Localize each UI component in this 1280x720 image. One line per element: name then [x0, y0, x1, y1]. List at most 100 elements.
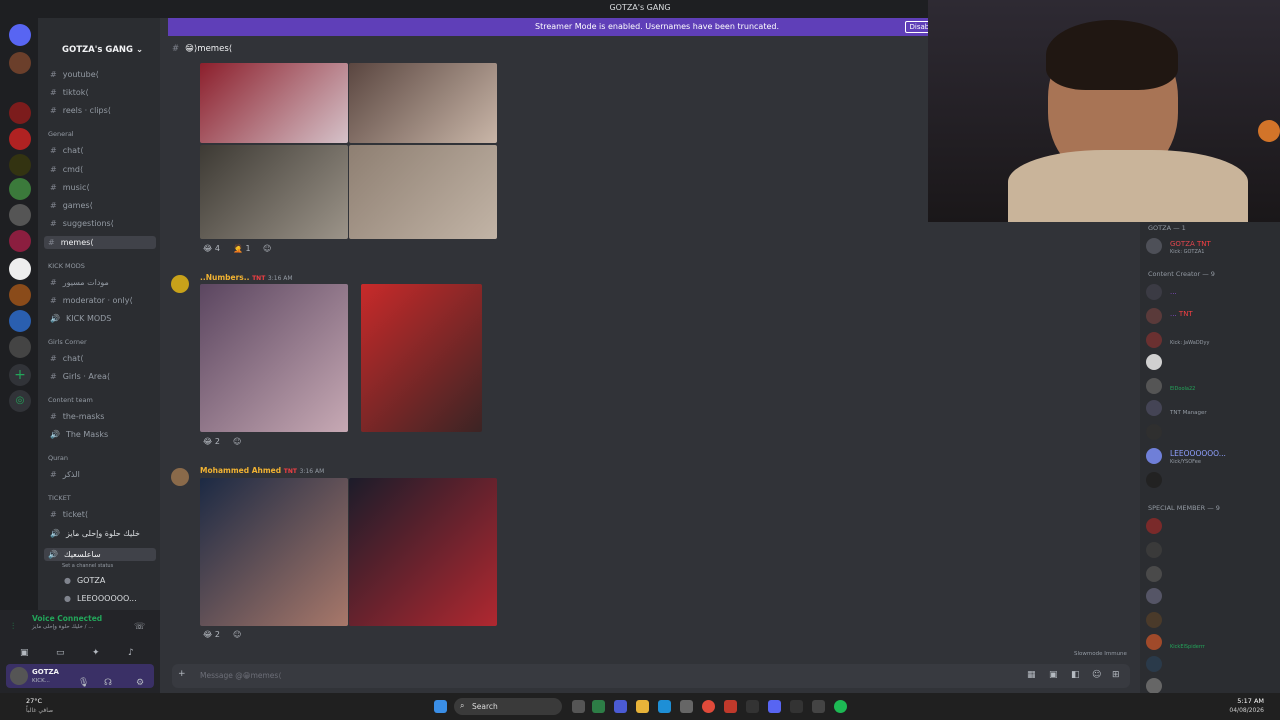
screen-share-icon[interactable]: ▭	[56, 640, 65, 659]
channel-girls-area[interactable]: # Girls · Area⟨	[50, 372, 110, 381]
voice-status[interactable]: Voice Connected	[32, 614, 102, 623]
spotify-icon[interactable]	[834, 700, 847, 713]
channel-cmd[interactable]: # cmd⟨	[50, 165, 83, 174]
member-name[interactable]: GOTZA TNT	[1170, 240, 1211, 248]
edge-icon[interactable]	[658, 700, 671, 713]
channel-status-hint[interactable]: Set a channel status	[62, 563, 113, 569]
gift-icon[interactable]: ▦	[1027, 670, 1036, 680]
server-icon[interactable]	[9, 178, 31, 200]
channel-music[interactable]: # music⟨	[50, 183, 89, 192]
discover-icon[interactable]: ◎	[9, 390, 31, 412]
avatar[interactable]	[1146, 284, 1162, 300]
reaction[interactable]: 🤦 1	[233, 244, 251, 253]
start-icon[interactable]	[434, 700, 447, 713]
video-icon[interactable]: ▣	[20, 640, 29, 659]
category-ticket[interactable]: TICKET	[48, 494, 71, 502]
meme-image[interactable]	[200, 145, 348, 239]
mic-icon[interactable]: 🎙	[78, 670, 89, 689]
avatar[interactable]	[1146, 400, 1162, 416]
avatar[interactable]	[171, 275, 189, 293]
voice-channel-selected[interactable]: 🔊 ساعلسعيك	[44, 548, 156, 561]
meme-image[interactable]	[200, 478, 348, 626]
server-icon[interactable]	[9, 154, 31, 176]
channel-youtube[interactable]: # youtube⟨	[50, 70, 99, 79]
avatar[interactable]	[1146, 424, 1162, 440]
voice-channel-kick-mods[interactable]: 🔊 KICK MODS	[50, 314, 111, 323]
avatar[interactable]	[1146, 518, 1162, 534]
app-icon[interactable]	[614, 700, 627, 713]
category-content-team[interactable]: Content team	[48, 396, 93, 404]
chrome-icon[interactable]	[702, 700, 715, 713]
avatar[interactable]	[1146, 308, 1162, 324]
avatar[interactable]	[1146, 354, 1162, 370]
plus-icon[interactable]: +	[178, 669, 186, 679]
search-box[interactable]: ⌕ Search	[454, 698, 562, 715]
channel-reels[interactable]: # reels · clips⟨	[50, 106, 111, 115]
meme-image[interactable]	[361, 284, 482, 432]
app-icon[interactable]	[812, 700, 825, 713]
app-icon[interactable]	[680, 700, 693, 713]
voice-user[interactable]: ● GOTZA	[64, 576, 105, 585]
weather-temp[interactable]: 27°C	[26, 697, 42, 705]
voice-channel-the-masks[interactable]: 🔊 The Masks	[50, 430, 108, 439]
task-view-icon[interactable]	[572, 700, 585, 713]
app-icon[interactable]	[790, 700, 803, 713]
headphones-icon[interactable]: ☊	[104, 670, 112, 689]
message-composer[interactable]: + Message @😁memes⟨ ▦ ▣ ◧ ☺ ⊞	[172, 664, 1130, 688]
channel-memes[interactable]: # memes⟨	[44, 236, 156, 249]
member-name[interactable]: ... TNT	[1170, 310, 1193, 318]
server-icon[interactable]	[9, 284, 31, 306]
settings-gear-icon[interactable]: ⚙	[136, 670, 144, 689]
channel-ticket[interactable]: # ticket⟨	[50, 510, 88, 519]
disconnect-icon[interactable]: ☏	[134, 614, 145, 633]
category-general[interactable]: General	[48, 130, 74, 138]
avatar[interactable]	[1146, 378, 1162, 394]
add-reaction-icon[interactable]: ☺	[233, 630, 241, 639]
avatar[interactable]	[1146, 542, 1162, 558]
emoji-icon[interactable]: ☺	[1092, 670, 1101, 680]
file-explorer-icon[interactable]	[636, 700, 649, 713]
meme-image[interactable]	[349, 478, 497, 626]
activities-icon[interactable]: ✦	[92, 640, 100, 659]
channel-moderator-only[interactable]: # moderator · only⟨	[50, 296, 133, 305]
member-name[interactable]: LEEOOOOOO...	[1170, 449, 1226, 458]
reaction[interactable]: 😂 2	[203, 630, 220, 639]
avatar[interactable]	[1146, 566, 1162, 582]
avatar[interactable]	[10, 667, 28, 685]
server-icon[interactable]	[9, 258, 31, 280]
channel-the-masks[interactable]: # the-masks	[50, 412, 104, 421]
avatar[interactable]	[1146, 332, 1162, 348]
server-icon[interactable]	[9, 52, 31, 74]
avatar[interactable]	[1146, 656, 1162, 672]
server-icon[interactable]	[9, 310, 31, 332]
member-name[interactable]: ...	[1170, 288, 1177, 296]
discord-home-icon[interactable]	[9, 24, 31, 46]
avatar[interactable]	[1146, 612, 1162, 628]
soundboard-icon[interactable]: ♪	[128, 640, 134, 659]
avatar[interactable]	[1146, 448, 1162, 464]
channel-tiktok[interactable]: # tiktok⟨	[50, 88, 88, 97]
category-kick-mods[interactable]: KICK MODS	[48, 262, 85, 270]
channel-suggestions[interactable]: # suggestions⟨	[50, 219, 114, 228]
avatar[interactable]	[1146, 678, 1162, 694]
member-name[interactable]: TNT Manager	[1170, 410, 1207, 416]
voice-channel-active[interactable]: 🔊 خليك حلوة وإحلى مايز	[50, 529, 140, 538]
message-input[interactable]: Message @😁memes⟨	[200, 671, 281, 680]
add-reaction-icon[interactable]: ☺	[263, 244, 271, 253]
server-icon[interactable]	[9, 128, 31, 150]
server-icon[interactable]	[9, 336, 31, 358]
clock-time[interactable]: 5:17 AM	[1208, 697, 1264, 705]
discord-icon[interactable]	[768, 700, 781, 713]
apps-icon[interactable]: ⊞	[1112, 670, 1120, 680]
gif-icon[interactable]: ▣	[1049, 670, 1058, 680]
category-quran[interactable]: Quran	[48, 454, 68, 462]
avatar[interactable]	[1146, 634, 1162, 650]
channel-chat[interactable]: # chat⟨	[50, 146, 83, 155]
reaction[interactable]: 😂 2	[203, 437, 220, 446]
avatar[interactable]	[171, 468, 189, 486]
meme-image[interactable]	[200, 63, 348, 143]
server-icon[interactable]	[9, 102, 31, 124]
voice-user[interactable]: ● LEEOOOOOO...	[64, 594, 137, 603]
channel-games[interactable]: # games⟨	[50, 201, 93, 210]
add-server-icon[interactable]: +	[9, 364, 31, 386]
